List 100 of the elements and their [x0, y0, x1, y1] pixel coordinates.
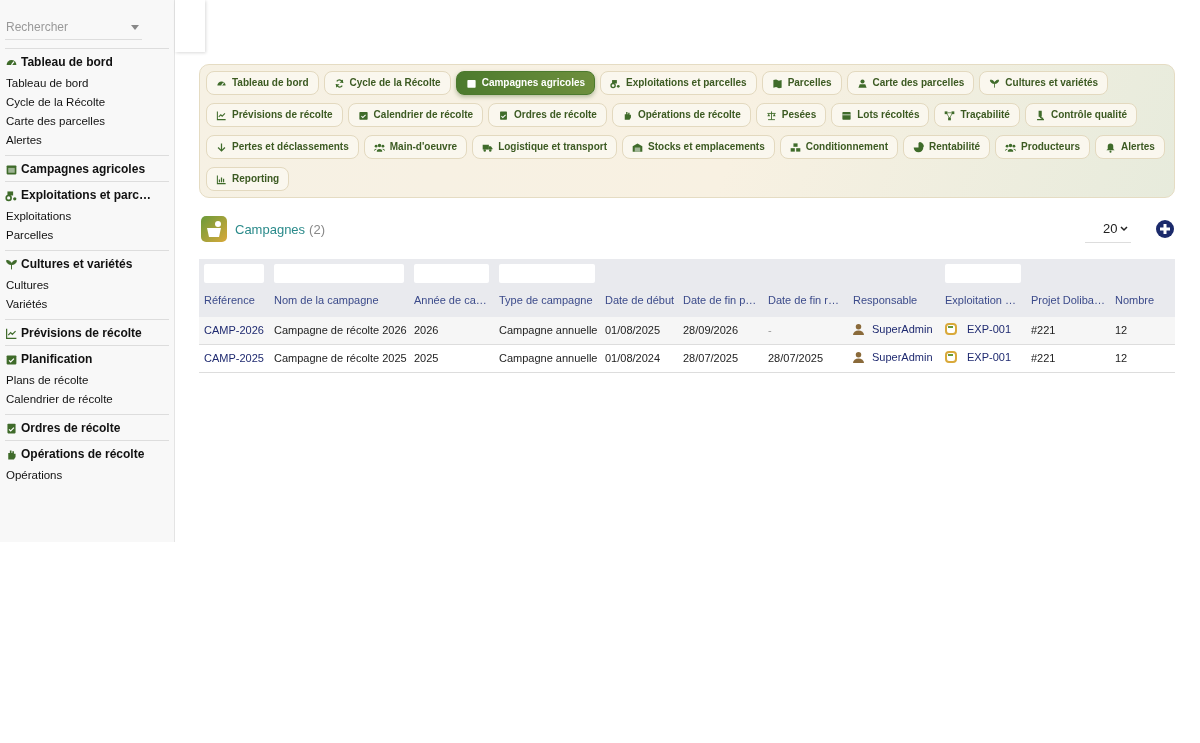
column-header[interactable]: Projet Doliba…	[1031, 294, 1105, 307]
sidebar-item[interactable]: Calendrier de récolte	[5, 390, 169, 409]
pie-chart-icon	[912, 141, 924, 153]
farm-link[interactable]: EXP-001	[967, 349, 1012, 366]
table-cell: Campagne de récolte 2026	[274, 324, 407, 336]
tab[interactable]: Conditionnement	[779, 135, 898, 159]
list-title: Campagnes	[235, 220, 306, 239]
sidebar-item[interactable]: Plans de récolte	[5, 371, 169, 390]
tab[interactable]: Cycle de la Récolte	[323, 71, 451, 95]
arrow-down-icon	[216, 141, 227, 153]
sidebar-item[interactable]: Carte des parcelles	[5, 112, 169, 131]
box-icon	[841, 109, 853, 121]
section-title[interactable]: Cultures et variétés	[21, 257, 133, 271]
clipboard-check-icon	[5, 421, 18, 435]
tab[interactable]: Logistique et transport	[472, 135, 618, 159]
add-button[interactable]	[1155, 219, 1175, 240]
basket-logo-icon	[201, 216, 227, 243]
column-header[interactable]: Nom de la campagne	[274, 294, 379, 307]
tab[interactable]: Tableau de bord	[206, 71, 319, 95]
tab[interactable]: Cultures et variétés	[979, 71, 1109, 95]
tab[interactable]: Alertes	[1095, 135, 1165, 159]
tab[interactable]: Parcelles	[761, 71, 842, 95]
sidebar-item[interactable]: Exploitations	[5, 207, 169, 226]
bar-chart-icon	[216, 173, 227, 185]
record-count: (2)	[309, 220, 325, 239]
column-header[interactable]: Responsable	[853, 294, 918, 307]
table-cell: 2026	[414, 324, 439, 336]
table-cell: #221	[1031, 352, 1056, 365]
section-title[interactable]: Ordres de récolte	[21, 421, 121, 435]
tab[interactable]: Rentabilité	[902, 135, 991, 159]
hand-icon	[5, 447, 18, 461]
section-title[interactable]: Exploitations et parc…	[21, 188, 152, 202]
tab[interactable]: Carte des parcelles	[846, 71, 975, 95]
tab[interactable]: Reporting	[206, 167, 290, 191]
column-header[interactable]: Nombre	[1115, 294, 1155, 307]
tab[interactable]: Ordres de récolte	[488, 103, 607, 127]
column-header[interactable]: Date de fin r…	[768, 294, 839, 307]
farm-link[interactable]: EXP-001	[967, 320, 1012, 338]
tab[interactable]: Lots récoltés	[831, 103, 930, 127]
tab[interactable]: Producteurs	[995, 135, 1090, 159]
table-cell: Campagne annuelle	[499, 324, 598, 336]
microscope-icon	[1034, 109, 1046, 121]
page-size-select[interactable]: 20	[1085, 216, 1131, 243]
section-title[interactable]: Prévisions de récolte	[21, 326, 142, 340]
scale-icon	[765, 109, 777, 121]
sidebar-item[interactable]: Opérations	[5, 466, 169, 485]
section-title[interactable]: Planification	[21, 352, 93, 366]
sidebar-item[interactable]: Variétés	[5, 295, 169, 314]
table-cell: Campagne de récolte 2025	[274, 352, 407, 365]
tab[interactable]: Prévisions de récolte	[206, 103, 343, 127]
section-title[interactable]: Opérations de récolte	[21, 447, 145, 461]
sidebar-item[interactable]: Parcelles	[5, 226, 169, 245]
calendar-check-icon	[5, 352, 18, 366]
column-header[interactable]: Référence	[204, 294, 255, 307]
user-link[interactable]: SuperAdmin	[872, 321, 933, 338]
table-cell: 01/08/2024	[605, 352, 661, 365]
reference-link[interactable]: CAMP-2026	[204, 324, 264, 336]
column-header[interactable]: Exploitation …	[945, 294, 1016, 307]
sidebar-item[interactable]: Cultures	[5, 276, 169, 295]
table-cell: Campagne annuelle	[499, 352, 598, 365]
tab[interactable]: Campagnes agricoles	[455, 71, 596, 95]
caret-icon	[131, 24, 139, 30]
tractor-icon	[610, 77, 622, 89]
table-cell: 28/07/2025	[683, 352, 739, 365]
bell-icon	[1105, 141, 1116, 153]
tab[interactable]: Opérations de récolte	[611, 103, 751, 127]
reference-link[interactable]: CAMP-2025	[204, 352, 264, 365]
line-chart-icon	[5, 326, 18, 340]
tab[interactable]: Pesées	[755, 103, 827, 127]
table-cell: 12	[1115, 324, 1128, 336]
sidebar-item[interactable]: Cycle de la Récolte	[5, 93, 169, 112]
user-link[interactable]: SuperAdmin	[872, 349, 933, 366]
column-header[interactable]: Date de fin p…	[683, 294, 757, 307]
tab[interactable]: Exploitations et parcelles	[600, 71, 757, 95]
sidebar-item[interactable]: Tableau de bord	[5, 74, 169, 93]
user-icon	[853, 323, 864, 335]
table-cell: 28/09/2026	[683, 324, 739, 336]
column-header[interactable]: Année de ca…	[414, 294, 487, 307]
user-icon	[853, 352, 864, 364]
tab[interactable]: Traçabilité	[934, 103, 1020, 127]
users-icon	[373, 141, 385, 153]
tab[interactable]: Calendrier de récolte	[347, 103, 484, 127]
boxes-icon	[789, 141, 801, 153]
tab[interactable]: Main-d'oeuvre	[363, 135, 468, 159]
section-title[interactable]: Tableau de bord	[21, 55, 113, 69]
chevron-down-icon	[1120, 225, 1129, 232]
table-cell: 12	[1115, 352, 1128, 365]
sprout-icon	[5, 257, 18, 271]
column-header[interactable]: Type de campagne	[499, 294, 593, 307]
farm-icon	[945, 351, 957, 364]
tab[interactable]: Stocks et emplacements	[622, 135, 775, 159]
column-header[interactable]: Date de début	[605, 294, 675, 307]
table-cell: 28/07/2025	[768, 352, 824, 365]
warehouse-icon	[632, 141, 644, 153]
table-cell: 2025	[414, 352, 439, 365]
tab[interactable]: Contrôle qualité	[1024, 103, 1138, 127]
tab[interactable]: Pertes et déclassements	[206, 135, 359, 159]
sidebar-item[interactable]: Alertes	[5, 131, 169, 150]
section-title[interactable]: Campagnes agricoles	[21, 162, 146, 176]
clipboard-check-icon	[498, 109, 510, 121]
